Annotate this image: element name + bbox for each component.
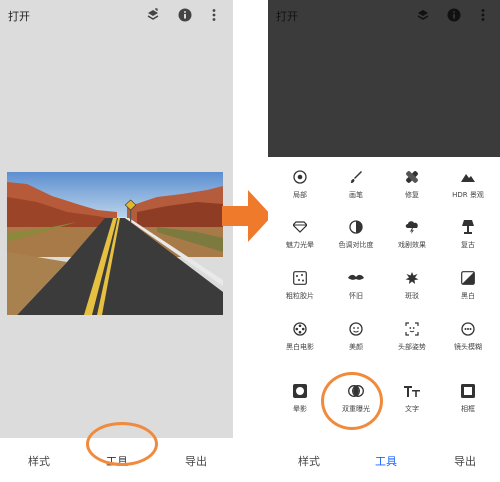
- tool-vintage[interactable]: 复古: [439, 211, 497, 261]
- road-photo: [7, 172, 223, 315]
- film-grain-icon: [271, 268, 329, 288]
- tool-retrolux[interactable]: 怀旧: [327, 262, 385, 312]
- contrast-icon: [327, 217, 385, 237]
- tool-glamour-glow[interactable]: 魅力光晕: [271, 211, 329, 261]
- tool-hdr[interactable]: HDR 景观: [439, 161, 497, 211]
- top-bar: 打开: [0, 0, 233, 32]
- tool-black-white[interactable]: 黑白: [439, 262, 497, 312]
- bw-icon: [439, 268, 497, 288]
- tool-label: 黑白电影: [286, 343, 314, 351]
- open-button[interactable]: 打开: [8, 8, 30, 24]
- bandage-icon: [383, 167, 441, 187]
- tool-label: 镜头模糊: [454, 343, 482, 351]
- tool-frames[interactable]: 相框: [439, 375, 497, 425]
- tools-highlight-circle: [86, 422, 158, 466]
- tab-export[interactable]: 导出: [185, 453, 207, 469]
- more-icon[interactable]: [206, 7, 222, 23]
- face-icon: [327, 319, 385, 339]
- tool-label: HDR 景观: [452, 191, 484, 199]
- text-icon: [383, 381, 441, 401]
- tool-grainy-film[interactable]: 粗粒胶片: [271, 262, 329, 312]
- lens-blur-icon: [439, 319, 497, 339]
- right-screen: 打开 局部 画笔 修复 HDR 景观 魅力光晕 色调对比度 戏剧效果 复古 粗粒…: [268, 0, 500, 482]
- tool-label: 画笔: [349, 191, 363, 199]
- tool-label: 局部: [293, 191, 307, 199]
- bottom-tab-bar: 样式 工具 导出: [268, 438, 500, 482]
- tool-label: 戏剧效果: [398, 241, 426, 249]
- tool-noir[interactable]: 黑白电影: [271, 313, 329, 363]
- tool-label: 头部姿势: [398, 343, 426, 351]
- tool-healing[interactable]: 修复: [383, 161, 441, 211]
- tool-brush[interactable]: 画笔: [327, 161, 385, 211]
- film-reel-icon: [271, 319, 329, 339]
- tool-selective[interactable]: 局部: [271, 161, 329, 211]
- mustache-icon: [327, 268, 385, 288]
- tool-grunge[interactable]: 斑驳: [383, 262, 441, 312]
- tool-head-pose[interactable]: 头部姿势: [383, 313, 441, 363]
- open-button[interactable]: 打开: [276, 8, 298, 24]
- tab-styles[interactable]: 样式: [28, 453, 50, 469]
- info-icon[interactable]: [177, 7, 193, 23]
- tool-text[interactable]: 文字: [383, 375, 441, 425]
- tool-label: 复古: [461, 241, 475, 249]
- tool-label: 色调对比度: [338, 241, 374, 249]
- tool-label: 魅力光晕: [286, 241, 314, 249]
- lamp-icon: [439, 217, 497, 237]
- tool-label: 晕影: [293, 405, 307, 413]
- tool-label: 修复: [405, 191, 419, 199]
- layers-undo-icon[interactable]: [145, 7, 161, 23]
- right-arrow-icon: [222, 188, 272, 248]
- diamond-icon: [271, 217, 329, 237]
- info-icon[interactable]: [446, 7, 462, 23]
- brush-icon: [327, 167, 385, 187]
- tool-label: 相框: [461, 405, 475, 413]
- target-icon: [271, 167, 329, 187]
- tab-tools[interactable]: 工具: [375, 453, 397, 469]
- layers-undo-icon[interactable]: [415, 7, 431, 23]
- tool-label: 怀旧: [349, 292, 363, 300]
- top-bar: 打开: [268, 0, 500, 32]
- cloud-lightning-icon: [383, 217, 441, 237]
- tool-label: 文字: [405, 405, 419, 413]
- tool-tonal-contrast[interactable]: 色调对比度: [327, 211, 385, 261]
- tool-drama[interactable]: 戏剧效果: [383, 211, 441, 261]
- tool-face-enhance[interactable]: 美颜: [327, 313, 385, 363]
- tool-label: 粗粒胶片: [286, 292, 314, 300]
- head-pose-icon: [383, 319, 441, 339]
- tool-label: 斑驳: [405, 292, 419, 300]
- tab-styles[interactable]: 样式: [298, 453, 320, 469]
- tab-export[interactable]: 导出: [454, 453, 476, 469]
- tool-label: 黑白: [461, 292, 475, 300]
- more-icon[interactable]: [475, 7, 491, 23]
- left-screen: 打开 样式 工具 导出: [0, 0, 233, 482]
- tool-label: 美颜: [349, 343, 363, 351]
- splatter-icon: [383, 268, 441, 288]
- mountain-icon: [439, 167, 497, 187]
- frame-icon: [439, 381, 497, 401]
- tool-lens-blur[interactable]: 镜头模糊: [439, 313, 497, 363]
- double-exposure-highlight-circle: [321, 372, 383, 430]
